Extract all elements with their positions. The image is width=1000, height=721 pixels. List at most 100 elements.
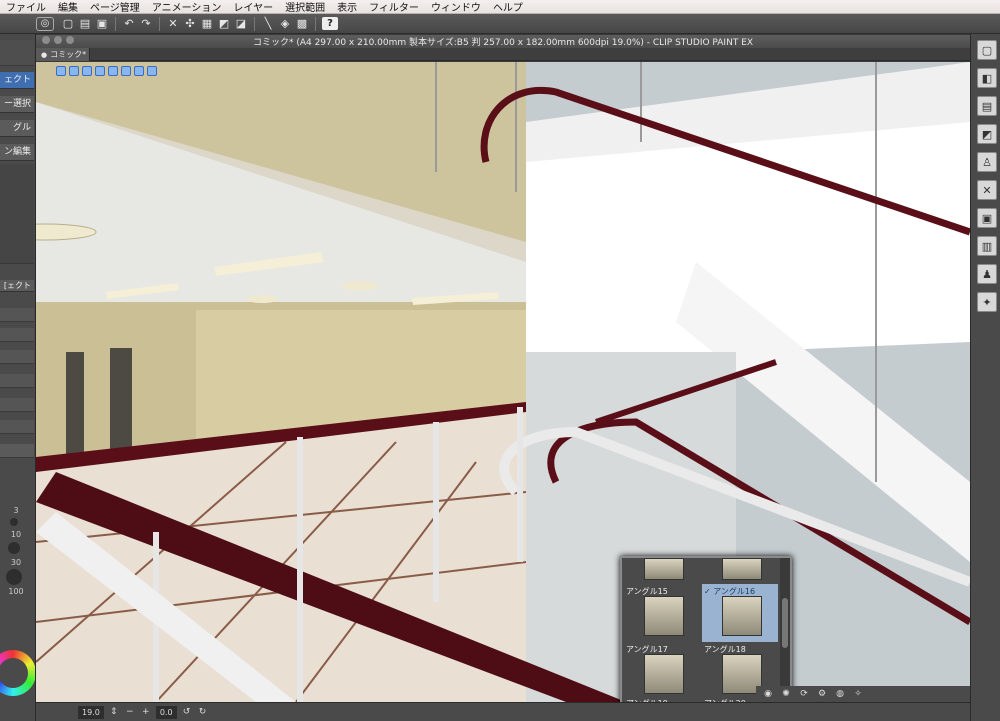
object-camera-icon[interactable]: ◉ [762, 688, 774, 700]
menu-window[interactable]: ウィンドウ [425, 0, 487, 14]
dock-person-icon[interactable]: ♙ [977, 152, 997, 172]
property-row[interactable] [0, 308, 34, 322]
object-gear-icon[interactable]: ⚙ [816, 688, 828, 700]
menu-filter[interactable]: フィルター [363, 0, 425, 14]
undo-icon[interactable]: ↶ [122, 17, 136, 31]
command-bar: ◎ ▢ ▤ ▣ ↶ ↷ ✕ ✣ ▦ ◩ ◪ ╲ ◈ ▩ ? [0, 14, 1000, 34]
object-scale-icon[interactable] [121, 66, 131, 76]
angle-thumbnail-16[interactable]: ✓ アングル16 [702, 584, 778, 642]
dock-layer-icon[interactable]: ▤ [977, 96, 997, 116]
perspective-icon[interactable]: ▩ [295, 17, 309, 31]
menu-edit[interactable]: 編集 [52, 0, 84, 14]
tool-object[interactable]: ェクト [0, 72, 34, 89]
transform-icon[interactable]: ✣ [183, 17, 197, 31]
dock-material-icon[interactable]: ◧ [977, 68, 997, 88]
angle-thumbnail[interactable] [624, 558, 700, 582]
zoom-stepper-icon[interactable]: ⇕ [108, 706, 120, 718]
object-move-icon[interactable] [95, 66, 105, 76]
tab-close-icon[interactable]: ● [41, 51, 47, 59]
property-row[interactable] [0, 420, 34, 434]
rotate-right-icon[interactable]: ↻ [197, 706, 209, 718]
document-tab-bar: ● コミック* [36, 48, 970, 61]
fill-icon[interactable]: ◩ [217, 17, 231, 31]
brush-size-10[interactable]: 10 [3, 530, 29, 539]
property-row[interactable] [0, 328, 34, 342]
dock-navigator-icon[interactable]: ▢ [977, 40, 997, 60]
angle-preview [644, 596, 684, 636]
close-window-icon[interactable] [42, 36, 50, 44]
brush-size-dot[interactable] [10, 518, 18, 526]
property-row[interactable] [0, 350, 34, 364]
angle-thumbnail-15[interactable]: アングル15 [624, 584, 700, 642]
menu-selection[interactable]: 選択範囲 [279, 0, 331, 14]
property-row[interactable] [0, 398, 34, 412]
sub-tool-tab[interactable]: ェクト] [0, 280, 34, 292]
dock-image-icon[interactable]: ▣ [977, 208, 997, 228]
tool-edit[interactable]: ン編集 [0, 144, 34, 161]
save-icon[interactable]: ▣ [95, 17, 109, 31]
menu-layer[interactable]: レイヤー [227, 0, 279, 14]
angle-preview [722, 558, 762, 580]
redo-icon[interactable]: ↷ [139, 17, 153, 31]
object-pose-icon[interactable]: ✧ [852, 688, 864, 700]
new-file-icon[interactable]: ▢ [61, 17, 75, 31]
property-row[interactable] [0, 374, 34, 388]
layer-icon[interactable]: ◪ [234, 17, 248, 31]
menu-animation[interactable]: アニメーション [146, 0, 228, 14]
property-row[interactable] [0, 444, 34, 458]
open-folder-icon[interactable]: ▤ [78, 17, 92, 31]
tool-angle[interactable]: グル [0, 120, 34, 137]
camera-zoom-icon[interactable] [82, 66, 92, 76]
grid-icon[interactable]: ▦ [200, 17, 214, 31]
snap-icon[interactable]: ◈ [278, 17, 292, 31]
menu-bar: ファイル 編集 ページ管理 アニメーション レイヤー 選択範囲 表示 フィルター… [0, 0, 1000, 14]
clear-icon[interactable]: ✕ [166, 17, 180, 31]
tab-label: コミック* [50, 50, 87, 59]
angle-thumbnail[interactable] [702, 558, 778, 582]
zoom-out-icon[interactable]: − [124, 706, 136, 718]
tab-comic[interactable]: ● コミック* [36, 48, 90, 61]
window-controls [42, 36, 74, 44]
camera-move-icon[interactable] [56, 66, 66, 76]
object-launcher: ◉ ✺ ⟳ ⚙ ◍ ✧ [756, 686, 970, 702]
zoom-in-icon[interactable]: + [140, 706, 152, 718]
elevator-door [66, 352, 84, 462]
minimize-window-icon[interactable] [54, 36, 62, 44]
brush-size-3[interactable]: 3 [3, 506, 29, 515]
toolbar-divider [115, 16, 116, 31]
tool-list-area [0, 164, 34, 264]
tool-layer-select[interactable]: ー選択 [0, 96, 34, 113]
camera-pan-icon[interactable] [69, 66, 79, 76]
ruler-icon[interactable]: ╲ [261, 17, 275, 31]
dock-property-icon[interactable]: ◩ [977, 124, 997, 144]
angle-thumbnail-17[interactable]: アングル17 [624, 642, 700, 700]
brush-size-100[interactable]: 100 [3, 587, 29, 596]
rotation-value[interactable]: 0.0 [155, 705, 177, 719]
zoom-window-icon[interactable] [66, 36, 74, 44]
object-flip-icon[interactable] [134, 66, 144, 76]
menu-view[interactable]: 表示 [331, 0, 363, 14]
dock-cross-icon[interactable]: ✕ [977, 180, 997, 200]
object-rotate-icon[interactable]: ⟳ [798, 688, 810, 700]
zoom-value[interactable]: 19.0 [78, 705, 104, 719]
rotate-left-icon[interactable]: ↺ [181, 706, 193, 718]
object-light-icon[interactable]: ✺ [780, 688, 792, 700]
dock-book-icon[interactable]: ▥ [977, 236, 997, 256]
clip-studio-logo-icon[interactable]: ◎ [36, 16, 54, 31]
help-button[interactable]: ? [322, 17, 338, 30]
brush-size-dot[interactable] [6, 569, 22, 585]
object-reset-icon[interactable] [147, 66, 157, 76]
brush-size-30[interactable]: 30 [3, 558, 29, 567]
color-wheel[interactable] [0, 650, 35, 696]
canvas-area[interactable] [36, 62, 970, 702]
menu-file[interactable]: ファイル [0, 0, 52, 14]
dock-pose-icon[interactable]: ✦ [977, 292, 997, 312]
brush-size-dot[interactable] [8, 542, 20, 554]
menu-help[interactable]: ヘルプ [487, 0, 529, 14]
menu-page[interactable]: ページ管理 [84, 0, 146, 14]
3d-scene[interactable] [36, 62, 970, 702]
object-rotate-icon[interactable] [108, 66, 118, 76]
object-ground-icon[interactable]: ◍ [834, 688, 846, 700]
canvas-view-tools [56, 66, 157, 76]
dock-figure-icon[interactable]: ♟ [977, 264, 997, 284]
